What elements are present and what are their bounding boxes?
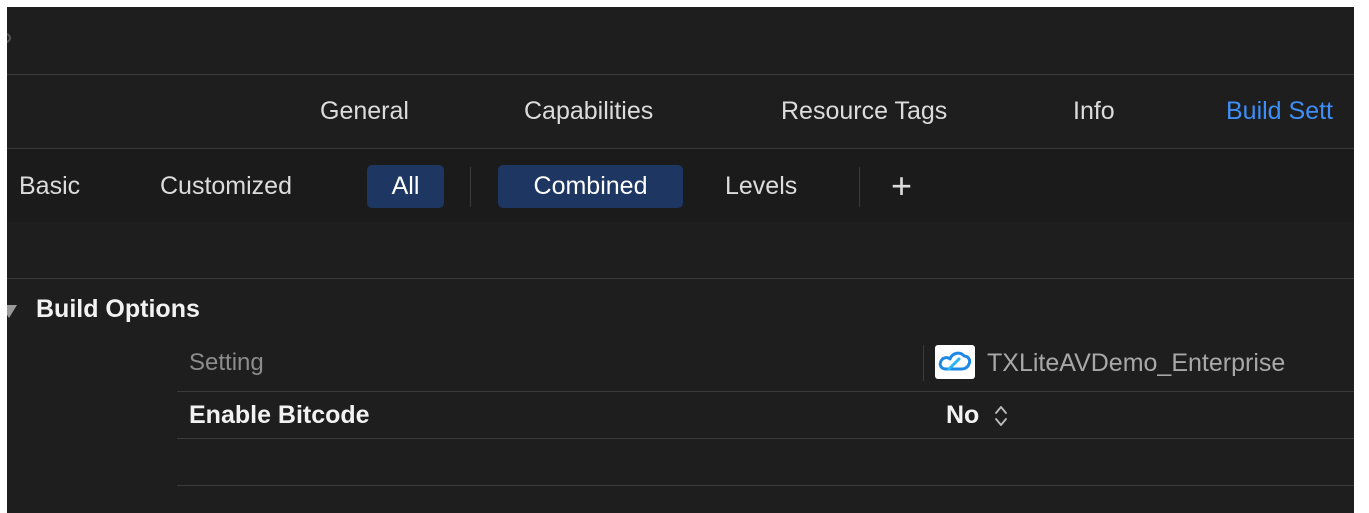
search-area — [7, 222, 1354, 279]
table-header-row: Setting TXLiteAVDemo_Enterprise — [177, 335, 1354, 392]
cloud-app-icon — [935, 345, 975, 379]
separator — [470, 167, 471, 207]
build-settings-filter-bar: Basic Customized All Combined Levels + — [7, 149, 1354, 222]
section-title: Build Options — [36, 295, 200, 323]
add-build-setting-button[interactable]: + — [891, 163, 912, 209]
tab-capabilities[interactable]: Capabilities — [524, 75, 653, 148]
filter-basic[interactable]: Basic — [19, 165, 80, 208]
tab-general[interactable]: General — [320, 75, 409, 148]
filter-combined[interactable]: Combined — [498, 165, 683, 208]
column-header-setting: Setting — [189, 349, 264, 376]
title-bar — [7, 7, 1354, 75]
separator — [859, 167, 860, 207]
table-row-empty — [177, 439, 1354, 486]
setting-value[interactable]: No — [946, 392, 979, 438]
up-down-chevron-icon[interactable] — [993, 404, 1009, 428]
build-settings-table: Build Options Setting TXLiteAVDemo_Enter… — [7, 279, 1354, 513]
disclosure-triangle-icon[interactable] — [7, 305, 17, 318]
filter-levels[interactable]: Levels — [725, 165, 797, 208]
table-row[interactable]: Enable Bitcode No — [177, 392, 1354, 439]
filter-customized[interactable]: Customized — [160, 165, 292, 208]
window-control-icon[interactable] — [7, 33, 11, 43]
tab-info[interactable]: Info — [1073, 75, 1115, 148]
tab-build-settings[interactable]: Build Sett — [1226, 75, 1333, 148]
xcode-build-settings-window: General Capabilities Resource Tags Info … — [7, 7, 1354, 513]
column-separator — [923, 345, 924, 381]
filter-all[interactable]: All — [367, 165, 444, 208]
setting-name: Enable Bitcode — [189, 401, 370, 429]
editor-tab-bar: General Capabilities Resource Tags Info … — [7, 75, 1354, 149]
column-header-target: TXLiteAVDemo_Enterprise — [987, 349, 1286, 377]
cloud-logo-icon — [938, 351, 972, 371]
tab-resource-tags[interactable]: Resource Tags — [781, 75, 947, 148]
